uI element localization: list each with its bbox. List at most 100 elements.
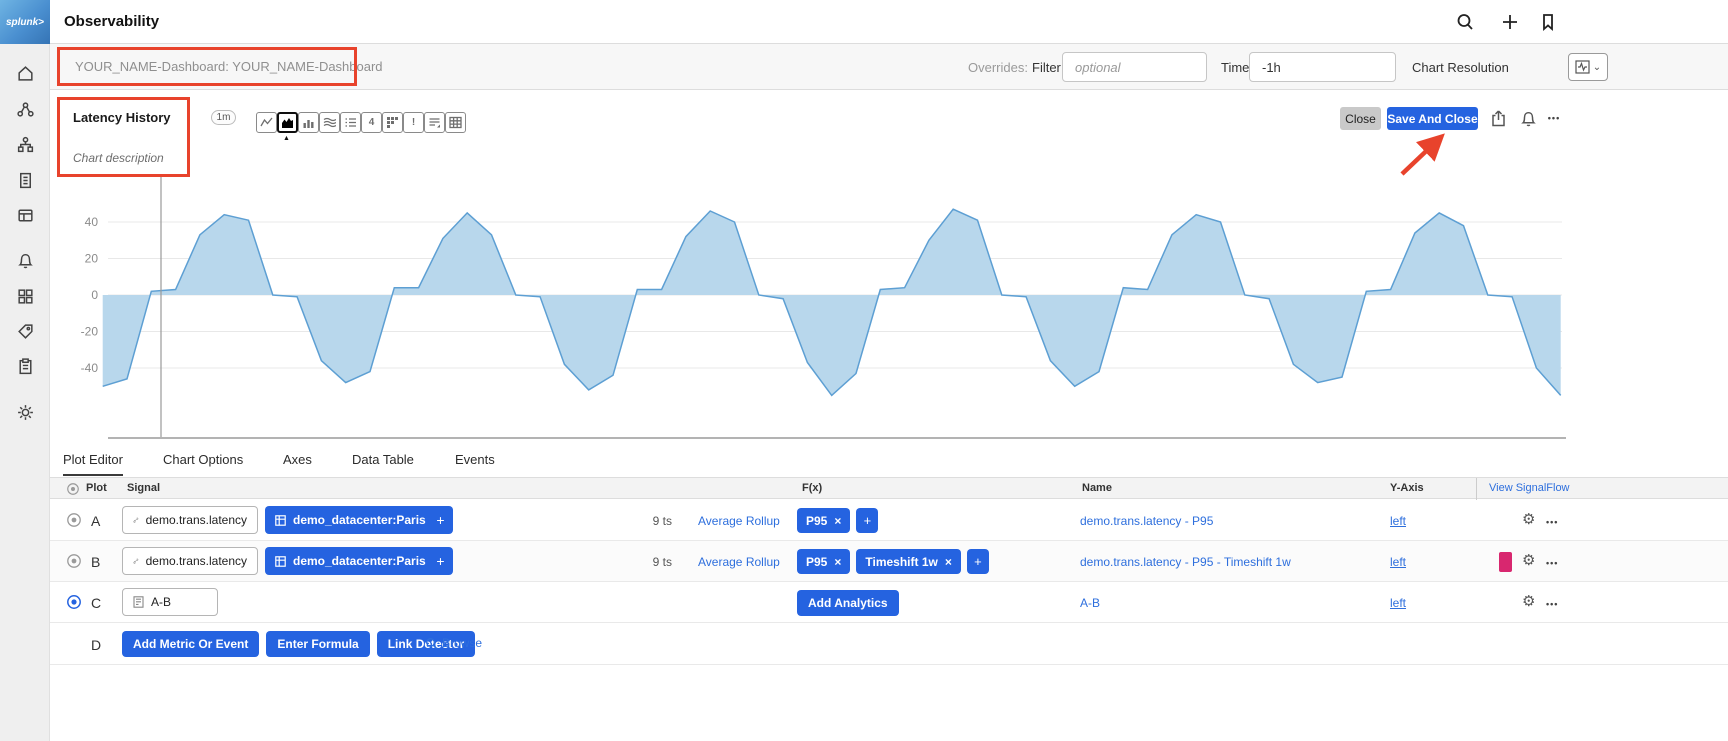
dimension-grid-icon — [275, 515, 286, 526]
fx-chip-p95[interactable]: P95× — [797, 508, 850, 533]
plot-c-visibility-icon[interactable] — [66, 594, 82, 610]
tab-events[interactable]: Events — [455, 452, 495, 474]
plot-a-filter-chip[interactable]: demo_datacenter:Paris × — [265, 506, 450, 534]
chart-resolution-label: Chart Resolution — [1412, 60, 1509, 75]
time-input[interactable] — [1249, 52, 1396, 82]
view-signalflow-link[interactable]: View SignalFlow — [1476, 478, 1728, 500]
plot-c-formula-input[interactable]: A-B — [122, 588, 218, 616]
fx-chip-timeshift[interactable]: Timeshift 1w× — [856, 549, 960, 574]
infrastructure-icon[interactable] — [13, 132, 37, 156]
plot-c-name-link[interactable]: A-B — [1080, 596, 1100, 610]
apm-icon[interactable] — [13, 97, 37, 121]
plot-a-visibility-icon[interactable] — [66, 512, 82, 528]
plot-table-header: Plot Signal F(x) Name Y-Axis View Signal… — [50, 477, 1728, 499]
selected-chart-type-caret-icon: ▲ — [283, 135, 290, 142]
plot-b-add-analytics-button[interactable]: + — [967, 549, 989, 574]
save-and-close-button[interactable]: Save And Close — [1387, 107, 1478, 130]
metrics-tag-icon[interactable] — [13, 319, 37, 343]
close-button[interactable]: Close — [1340, 107, 1381, 130]
overrides-label: Overrides: — [968, 60, 1028, 75]
filter-input[interactable] — [1062, 52, 1207, 82]
alerts-bell-icon[interactable] — [13, 248, 37, 272]
tab-data-table[interactable]: Data Table — [352, 452, 414, 474]
visibility-eye-icon — [66, 482, 80, 496]
log-observer-icon[interactable] — [13, 168, 37, 192]
settings-gear-icon[interactable] — [13, 400, 37, 424]
plot-d-actions: Add Metric Or Event Enter Formula Link D… — [122, 631, 475, 657]
chart-type-text-icon[interactable] — [424, 112, 445, 133]
plot-b-name-link[interactable]: demo.trans.latency - P95 - Timeshift 1w — [1080, 555, 1291, 569]
plot-a-name-link[interactable]: demo.trans.latency - P95 — [1080, 514, 1213, 528]
plot-c-yaxis-link[interactable]: left — [1390, 596, 1406, 610]
home-icon[interactable] — [13, 61, 37, 85]
more-actions-icon[interactable]: ••• — [1543, 107, 1565, 129]
plot-b-rollup-link[interactable]: Average Rollup — [698, 555, 780, 569]
chart-type-table-icon[interactable] — [445, 112, 466, 133]
chart-type-column-icon[interactable] — [298, 112, 319, 133]
plot-c-settings-gear-icon[interactable]: ⚙ — [1522, 594, 1535, 609]
plot-b-settings-gear-icon[interactable]: ⚙ — [1522, 553, 1535, 568]
plot-b-filter-chip[interactable]: demo_datacenter:Paris × — [265, 547, 450, 575]
plot-b-add-filter-button[interactable]: + — [428, 547, 453, 575]
observability-chart-editor: splunk> Observability YOUR_NAME-Dashboar… — [0, 0, 1728, 741]
page-title: Observability — [64, 13, 159, 30]
chart-type-area-icon[interactable] — [277, 112, 298, 133]
plot-a-ts-count: 9 ts — [610, 514, 672, 528]
chart-title[interactable]: Latency History — [73, 110, 171, 125]
tab-plot-editor[interactable]: Plot Editor — [63, 452, 123, 476]
plot-a-settings-gear-icon[interactable]: ⚙ — [1522, 512, 1535, 527]
filter-label: Filter — [1032, 60, 1061, 75]
plot-c-add-analytics-button[interactable]: Add Analytics — [797, 590, 899, 616]
search-icon[interactable] — [1452, 9, 1478, 35]
col-plot: Plot — [86, 482, 107, 494]
chart-type-single-value-icon[interactable]: 4 — [361, 112, 382, 133]
chart-type-heatmap-icon[interactable] — [382, 112, 403, 133]
plot-b-ts-count: 9 ts — [610, 555, 672, 569]
splunk-logo[interactable]: splunk> — [0, 0, 50, 44]
remove-fx-icon[interactable]: × — [945, 555, 952, 569]
bookmark-icon[interactable] — [1535, 9, 1561, 35]
resolution-pulse-icon — [1575, 60, 1590, 74]
dashboards-icon[interactable] — [13, 203, 37, 227]
plot-a-label: A — [91, 513, 100, 529]
remove-fx-icon[interactable]: × — [834, 514, 841, 528]
apps-grid-icon[interactable] — [13, 284, 37, 308]
plot-d-label: D — [91, 637, 101, 653]
plot-a-add-filter-button[interactable]: + — [428, 506, 453, 534]
chart-type-line-icon[interactable] — [256, 112, 277, 133]
plot-b-more-icon[interactable]: ••• — [1546, 558, 1558, 568]
col-fx: F(x) — [802, 482, 822, 494]
chart-type-stream-icon[interactable] — [319, 112, 340, 133]
bell-icon[interactable] — [1517, 107, 1539, 129]
plot-a-yaxis-link[interactable]: left — [1390, 514, 1406, 528]
metric-link-icon — [133, 555, 139, 567]
plot-row-b: B demo.trans.latency demo_datacenter:Par… — [50, 541, 1728, 582]
plot-b-signal-input[interactable]: demo.trans.latency — [122, 547, 258, 575]
chart-description[interactable]: Chart description — [73, 151, 164, 165]
chart-type-list-icon[interactable] — [340, 112, 361, 133]
incidents-clipboard-icon[interactable] — [13, 354, 37, 378]
add-metric-or-event-button[interactable]: Add Metric Or Event — [122, 631, 259, 657]
plot-a-more-icon[interactable]: ••• — [1546, 517, 1558, 527]
enter-formula-button[interactable]: Enter Formula — [266, 631, 369, 657]
chart-resolution-dropdown[interactable]: ⌄ — [1568, 53, 1608, 81]
plot-c-more-icon[interactable]: ••• — [1546, 599, 1558, 609]
fx-chip-p95[interactable]: P95× — [797, 549, 850, 574]
chart-type-event-icon[interactable]: ! — [403, 112, 424, 133]
latency-chart-area[interactable]: 40200-20-4019:3519:4019:4519:5019:5520:0… — [50, 170, 1728, 470]
tab-chart-options[interactable]: Chart Options — [163, 452, 243, 474]
plot-b-color-swatch[interactable] — [1499, 552, 1512, 572]
tab-axes[interactable]: Axes — [283, 452, 312, 474]
browse-link[interactable]: Browse — [425, 636, 482, 650]
plot-b-yaxis-link[interactable]: left — [1390, 555, 1406, 569]
plot-b-visibility-icon[interactable] — [66, 553, 82, 569]
create-plus-icon[interactable] — [1497, 9, 1523, 35]
plot-a-rollup-link[interactable]: Average Rollup — [698, 514, 780, 528]
latency-area-chart[interactable]: 40200-20-4019:3519:4019:4519:5019:5520:0… — [50, 170, 1728, 470]
resolution-badge: 1m — [211, 110, 236, 125]
remove-fx-icon[interactable]: × — [834, 555, 841, 569]
plot-a-signal-input[interactable]: demo.trans.latency — [122, 506, 258, 534]
share-icon[interactable] — [1487, 107, 1509, 129]
plot-a-add-analytics-button[interactable]: + — [856, 508, 878, 533]
dashboard-name-field[interactable]: YOUR_NAME-Dashboard: YOUR_NAME-Dashboard — [75, 59, 383, 74]
